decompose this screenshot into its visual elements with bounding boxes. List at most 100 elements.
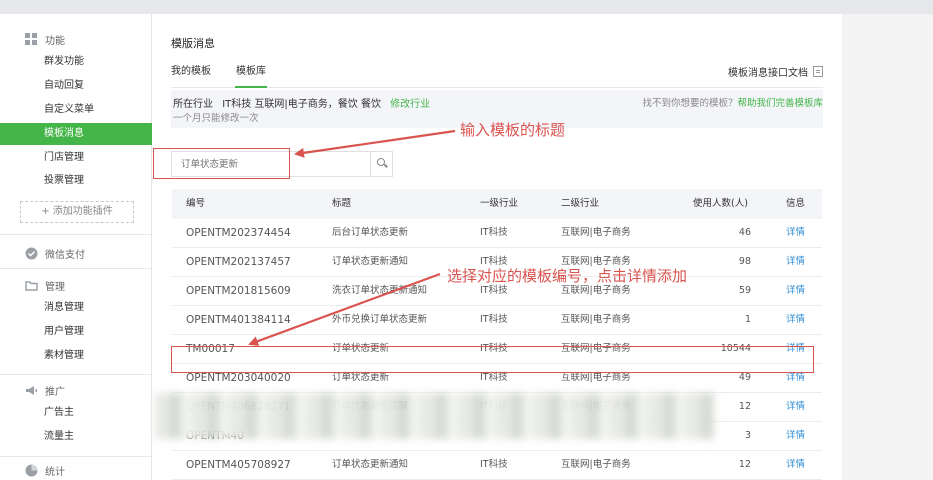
sidebar-item-broadcast[interactable]: 群发功能 — [0, 51, 152, 73]
cell-title: 订单状态更新通知 — [332, 256, 409, 267]
sidebar-item-messages[interactable]: 消息管理 — [0, 297, 152, 319]
cell-users: 12 — [738, 401, 751, 412]
table-row: OPENTM405708927 订单状态更新通知 IT科技 互联网|电子商务 1… — [172, 451, 822, 480]
table-row: OPENTM406628271 订单状态更新提醒 IT科技 互联网|电子商务 1… — [172, 393, 822, 422]
sidebar-item-auto-reply[interactable]: 自动回复 — [0, 75, 152, 97]
sidebar-divider — [0, 268, 151, 269]
sidebar-divider — [0, 374, 151, 375]
sidebar-section-manage: 管理 — [25, 276, 65, 294]
sidebar-item-store[interactable]: 门店管理 — [0, 147, 152, 169]
cell-users: 49 — [738, 372, 751, 383]
document-icon — [813, 66, 823, 77]
header-industry-2: 二级行业 — [561, 198, 600, 209]
table-header: 编号 标题 一级行业 二级行业 使用人数(人) 信息 — [172, 189, 822, 219]
grid-icon — [25, 32, 38, 46]
cell-code: OPENTM203040020 — [186, 372, 291, 384]
cell-title: 订单状态更新提醒 — [332, 401, 409, 412]
sidebar-item-users[interactable]: 用户管理 — [0, 321, 152, 343]
sidebar-item-template-message[interactable]: 模板消息 — [0, 123, 152, 145]
table-row: OPENTM401384114 外币兑换订单状态更新 IT科技 互联网|电子商务… — [172, 306, 822, 335]
cell-users: 46 — [738, 227, 751, 238]
cell-code: OPENTM202137457 — [186, 256, 291, 268]
main-content: 模版消息 我的模板 模板库 模板消息接口文档 所在行业 IT科技 互联网|电子商… — [153, 14, 842, 480]
sidebar-item-publisher[interactable]: 流量主 — [0, 426, 152, 448]
sidebar-section-label: 微信支付 — [45, 249, 85, 261]
tab-bar: 我的模板 模板库 模板消息接口文档 — [171, 64, 823, 88]
cell-users: 12 — [738, 459, 751, 470]
details-link[interactable]: 详情 — [786, 335, 805, 363]
api-doc-label: 模板消息接口文档 — [728, 68, 808, 79]
help-improve-link[interactable]: 帮助我们完善模板库 — [737, 98, 823, 109]
cell-code: OPENTM202374454 — [186, 227, 291, 239]
sidebar-section-promo: 推广 — [25, 381, 65, 399]
cell-users: 98 — [738, 256, 751, 267]
details-link[interactable]: 详情 — [786, 277, 805, 305]
cell-title: 订单状态更新 — [332, 343, 390, 354]
details-link[interactable]: 详情 — [786, 393, 805, 421]
sidebar-section-label: 管理 — [45, 281, 65, 293]
cell-industry-2: 互联网|电子商务 — [561, 314, 631, 325]
check-circle-icon — [25, 247, 38, 260]
cell-industry-1: IT科技 — [480, 401, 508, 412]
tab-template-library[interactable]: 模板库 — [235, 64, 267, 88]
cell-industry-1: IT科技 — [480, 343, 508, 354]
industry-label: 所在行业 — [173, 99, 213, 110]
details-link[interactable]: 详情 — [786, 306, 805, 334]
sidebar-divider — [0, 456, 151, 457]
header-code: 编号 — [186, 198, 206, 209]
cell-code: TM00017 — [186, 343, 235, 355]
sidebar: 功能 群发功能 自动回复 自定义菜单 模板消息 门店管理 投票管理 + 添加功能… — [0, 14, 152, 480]
details-link[interactable]: 详情 — [786, 451, 805, 479]
cell-industry-2: 互联网|电子商务 — [561, 227, 631, 238]
details-link[interactable]: 详情 — [786, 422, 805, 450]
sidebar-item-vote[interactable]: 投票管理 — [0, 170, 152, 192]
table-row: OPENTM202374454 后台订单状态更新 IT科技 互联网|电子商务 4… — [172, 219, 822, 248]
sidebar-item-advertiser[interactable]: 广告主 — [0, 402, 152, 424]
cell-title: 订单状态更新通知 — [332, 459, 409, 470]
cell-industry-1: IT科技 — [480, 372, 508, 383]
details-link[interactable]: 详情 — [786, 248, 805, 276]
cell-code: OPENTM40 — [186, 430, 244, 442]
api-doc-link[interactable]: 模板消息接口文档 — [728, 64, 823, 79]
industry-note: 一个月只能修改一次 — [173, 113, 259, 124]
cell-title: 后台订单状态更新 — [332, 227, 409, 238]
sidebar-item-materials[interactable]: 素材管理 — [0, 345, 152, 367]
header-industry-1: 一级行业 — [480, 198, 519, 209]
top-bar — [0, 0, 933, 14]
header-title: 标题 — [332, 198, 352, 209]
search-input[interactable] — [172, 152, 372, 176]
cell-users: 3 — [744, 430, 751, 441]
tab-my-templates[interactable]: 我的模板 — [171, 64, 211, 88]
add-plugin-button[interactable]: + 添加功能插件 — [20, 201, 134, 223]
right-gutter — [842, 14, 933, 480]
sidebar-item-custom-menu[interactable]: 自定义菜单 — [0, 99, 152, 121]
search-icon[interactable] — [370, 152, 392, 176]
table-row: OPENTM40 3 详情 — [172, 422, 822, 451]
megaphone-icon — [25, 384, 38, 397]
cell-industry-2: 互联网|电子商务 — [561, 401, 631, 412]
page-title: 模版消息 — [171, 37, 215, 50]
details-link[interactable]: 详情 — [786, 364, 805, 392]
table-row: TM00017 订单状态更新 IT科技 互联网|电子商务 10544 详情 — [172, 335, 822, 364]
industry-line: 所在行业 IT科技 互联网|电子商务，餐饮 餐饮 修改行业 — [173, 95, 430, 110]
cell-code: OPENTM201815609 — [186, 285, 291, 297]
header-users: 使用人数(人) — [693, 198, 748, 209]
annotation-select-hint: 选择对应的模板编号，点击详情添加 — [447, 267, 688, 285]
industry-value: IT科技 互联网|电子商务，餐饮 餐饮 — [222, 99, 381, 110]
annotation-search-hint: 输入模板的标题 — [460, 121, 566, 139]
cell-users: 59 — [738, 285, 751, 296]
sidebar-section-stats: 统计 — [25, 461, 65, 479]
details-link[interactable]: 详情 — [786, 219, 805, 247]
cell-users: 10544 — [720, 343, 751, 354]
sidebar-divider — [0, 234, 151, 235]
sidebar-section-function: 功能 — [25, 30, 65, 48]
modify-industry-link[interactable]: 修改行业 — [390, 99, 430, 110]
search-box — [171, 151, 393, 177]
sidebar-section-label: 推广 — [45, 386, 65, 398]
cell-title: 洗衣订单状态更新通知 — [332, 285, 428, 296]
sidebar-section-pay[interactable]: 微信支付 — [25, 244, 85, 262]
cell-title: 外币兑换订单状态更新 — [332, 314, 428, 325]
sidebar-section-label: 统计 — [45, 466, 65, 478]
pie-chart-icon — [25, 464, 38, 477]
cell-code: OPENTM406628271 — [186, 401, 291, 413]
